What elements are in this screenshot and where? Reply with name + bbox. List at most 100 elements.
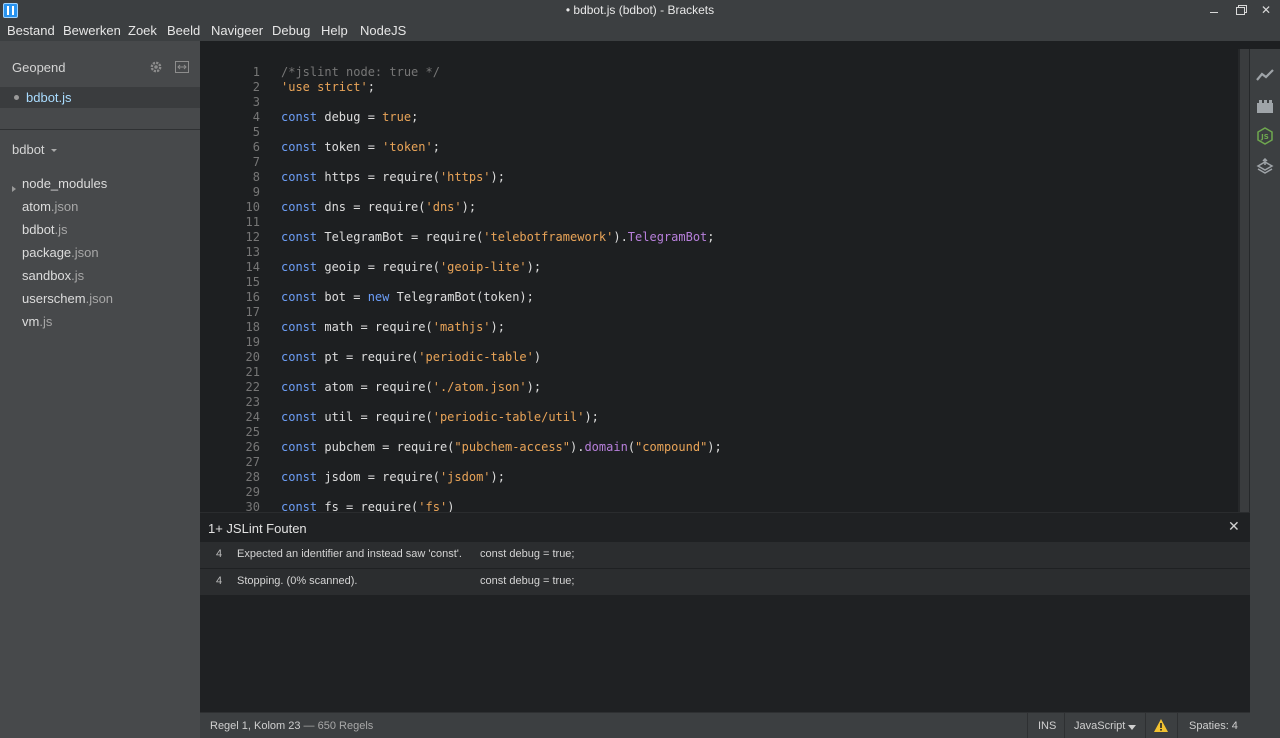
lint-code: const debug = true; [480, 548, 575, 560]
code-token: geoip = require( [317, 260, 440, 274]
code-token: 'https' [439, 170, 491, 184]
folder-expand-icon[interactable] [12, 186, 16, 192]
code-editor[interactable]: 1 /*jslint node: true */ 2 'use strict'; 3 4 c… [200, 49, 1250, 512]
line-number: 22 [245, 380, 260, 394]
maximize-button[interactable] [1226, 0, 1254, 21]
code-token: ); [490, 470, 505, 484]
line-number: 18 [245, 320, 260, 334]
line-number: 20 [245, 350, 260, 364]
code-token: const [281, 500, 318, 512]
sidebar: Geopend bdbot.js bdbot node_modules atom… [0, 41, 200, 738]
maximize-icon [1235, 6, 1245, 15]
code-token: util = require( [317, 410, 433, 424]
code-token: ) [447, 500, 455, 512]
menu-debug[interactable]: Debug [272, 23, 310, 38]
status-bar: Regel 1, Kolom 23 — 650 Regels INS JavaS… [200, 712, 1250, 738]
language-selector[interactable]: JavaScript [1074, 720, 1125, 732]
code-token: ); [490, 320, 505, 334]
code-token: ); [707, 440, 722, 454]
code-token: https = require( [317, 170, 440, 184]
indentation-setting[interactable]: Spaties: 4 [1189, 720, 1238, 732]
lint-message: Stopping. (0% scanned). [237, 575, 358, 587]
code-token: 'dns' [425, 200, 462, 214]
project-dropdown[interactable]: bdbot [12, 142, 45, 157]
code-token: const [281, 350, 318, 364]
code-text: const fs = require('fs') [281, 500, 454, 512]
unsaved-dot-icon [14, 95, 19, 100]
extension-manager-icon[interactable] [1256, 97, 1274, 115]
code-token: 'use strict' [281, 80, 368, 94]
code-token: domain [584, 440, 628, 454]
line-number: 26 [245, 440, 260, 454]
code-token: const [281, 230, 318, 244]
line-number: 6 [252, 140, 260, 154]
line-number: 10 [245, 200, 260, 214]
menu-bar: Bestand Bewerken Zoek Beeld Navigeer Deb… [0, 21, 1280, 41]
live-preview-icon[interactable] [1256, 66, 1274, 84]
code-text: const bot = new TelegramBot(token); [281, 290, 534, 305]
menu-navigeer[interactable]: Navigeer [211, 23, 263, 38]
menu-help[interactable]: Help [321, 23, 348, 38]
status-separator [1027, 713, 1028, 738]
code-token: const [281, 200, 318, 214]
code-token: bot = [317, 290, 368, 304]
menu-bestand[interactable]: Bestand [7, 23, 55, 38]
layers-icon[interactable] [1256, 158, 1274, 176]
chevron-down-icon [1128, 725, 1136, 730]
line-number: 7 [252, 155, 260, 169]
tree-item-vm-js[interactable]: vm.js [22, 314, 52, 329]
close-window-button[interactable]: ✕ [1252, 0, 1280, 21]
code-token: debug = [317, 110, 383, 124]
nodejs-icon[interactable]: JS [1256, 127, 1274, 145]
menu-nodejs[interactable]: NodeJS [360, 23, 406, 38]
working-file-item[interactable]: bdbot.js [0, 87, 200, 108]
code-token: const [281, 140, 318, 154]
code-token: TelegramBot(token); [389, 290, 534, 304]
line-number: 15 [245, 275, 260, 289]
line-number: 5 [252, 125, 260, 139]
line-number: 29 [245, 485, 260, 499]
minimize-button[interactable] [1200, 0, 1228, 21]
tree-item-bdbot-js[interactable]: bdbot.js [22, 222, 68, 237]
line-number: 25 [245, 425, 260, 439]
code-text: const jsdom = require('jsdom'); [281, 470, 505, 485]
code-token: const [281, 320, 318, 334]
code-token: ); [526, 260, 542, 274]
line-number: 8 [252, 170, 260, 184]
working-file-label: bdbot.js [26, 90, 72, 105]
line-number: 27 [245, 455, 260, 469]
code-token: 'jsdom' [439, 470, 491, 484]
lint-error-row[interactable]: 4 Stopping. (0% scanned). const debug = … [200, 569, 1250, 595]
tree-item-userschem-json[interactable]: userschem.json [22, 291, 113, 306]
lint-error-row[interactable]: 4 Expected an identifier and instead saw… [200, 542, 1250, 568]
menu-zoek[interactable]: Zoek [128, 23, 157, 38]
working-files-title: Geopend [12, 60, 66, 75]
split-view-icon[interactable] [175, 61, 189, 73]
code-token: "pubchem-access" [454, 440, 570, 454]
code-token: ); [490, 170, 505, 184]
tree-item-sandbox-js[interactable]: sandbox.js [22, 268, 84, 283]
code-token: ); [526, 380, 542, 394]
warning-icon[interactable] [1153, 718, 1169, 733]
code-token: const [281, 470, 318, 484]
line-number: 30 [245, 500, 260, 512]
code-token: 'telebotframework' [483, 230, 614, 244]
gear-icon[interactable] [149, 60, 163, 74]
menu-bewerken[interactable]: Bewerken [63, 23, 121, 38]
lint-line-number: 4 [216, 548, 223, 560]
insert-mode-toggle[interactable]: INS [1038, 720, 1056, 732]
menu-beeld[interactable]: Beeld [167, 23, 200, 38]
tree-item-package-json[interactable]: package.json [22, 245, 99, 260]
editor-scrollbar-thumb[interactable] [1240, 49, 1249, 512]
code-token: ; [411, 110, 419, 124]
code-token: ; [432, 140, 440, 154]
code-token: TelegramBot = require( [317, 230, 484, 244]
tree-item-atom-json[interactable]: atom.json [22, 199, 78, 214]
line-number: 14 [245, 260, 260, 274]
close-panel-icon[interactable]: ✕ [1228, 518, 1240, 534]
tree-item-node-modules[interactable]: node_modules [22, 176, 107, 191]
code-token: dns = require( [317, 200, 426, 214]
code-token: "compound" [635, 440, 708, 454]
code-token: true [382, 110, 412, 124]
lint-line-number: 4 [216, 575, 223, 587]
